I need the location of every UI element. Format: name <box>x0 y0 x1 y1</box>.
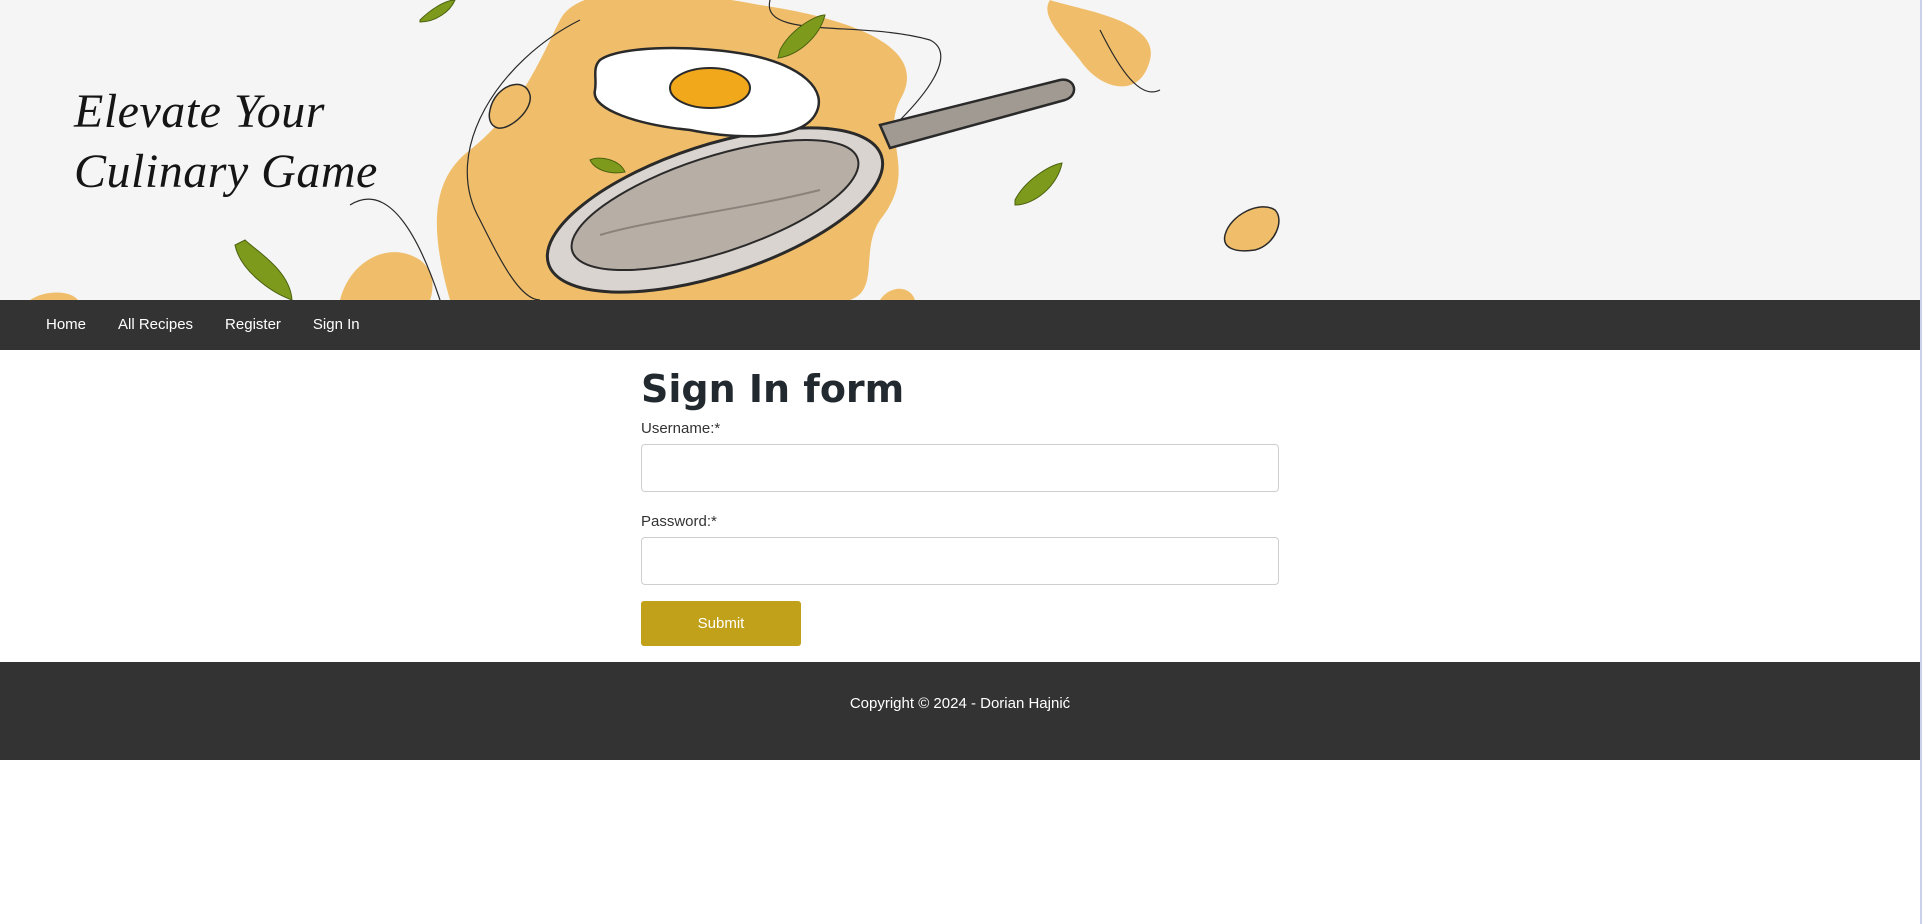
hero-title-line1: Elevate Your <box>74 85 325 138</box>
form-title: Sign In form <box>641 367 905 411</box>
password-input[interactable] <box>641 537 1279 585</box>
page: Elevate Your Culinary Game Home All Reci… <box>0 0 1922 924</box>
nav-all-recipes[interactable]: All Recipes <box>102 300 209 350</box>
nav-sign-in[interactable]: Sign In <box>297 300 376 350</box>
hero-banner: Elevate Your Culinary Game <box>0 0 1920 300</box>
sign-in-form: Sign In form Username:* Password:* Submi… <box>641 366 1279 646</box>
copyright-text: Copyright © 2024 - Dorian Hajnić <box>849 695 1071 712</box>
hero-title-line2: Culinary Game <box>74 145 378 198</box>
hero-title: Elevate Your Culinary Game <box>74 82 378 202</box>
main-navbar: Home All Recipes Register Sign In <box>0 300 1920 350</box>
main-content: Sign In form Username:* Password:* Submi… <box>0 350 1920 662</box>
username-label: Username:* <box>641 420 721 437</box>
password-label: Password:* <box>641 513 717 530</box>
submit-button[interactable]: Submit <box>641 601 801 646</box>
footer: Copyright © 2024 - Dorian Hajnić <box>0 662 1920 760</box>
nav-home[interactable]: Home <box>30 300 102 350</box>
username-input[interactable] <box>641 444 1279 492</box>
nav-register[interactable]: Register <box>209 300 297 350</box>
